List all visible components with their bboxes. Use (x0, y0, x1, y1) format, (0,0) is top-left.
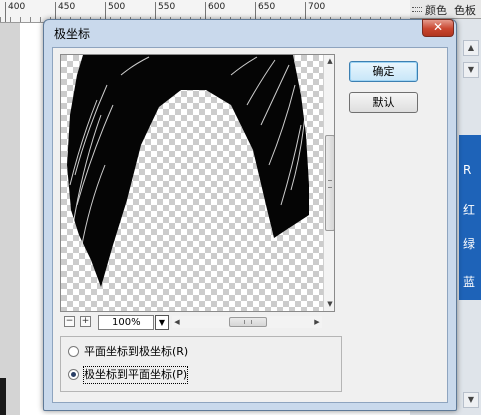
ruler-tick: 400 (4, 2, 26, 22)
zoom-bar: − + 100% ▼ ◀ ▶ (60, 312, 335, 332)
option-label: 极坐标到平面坐标(P) (82, 366, 189, 384)
tab-color[interactable]: 颜色 (425, 2, 447, 18)
ruler-tick: 650 (254, 2, 276, 22)
option-label: 平面坐标到极坐标(R) (84, 345, 189, 358)
panel-channel-label: 蓝 (463, 275, 476, 289)
panel-tab-bar: 颜色 色板 (410, 0, 481, 19)
scroll-up-icon[interactable]: ▲ (325, 56, 334, 66)
zoom-dropdown-button[interactable]: ▼ (155, 315, 169, 330)
polar-coordinates-dialog: 极坐标 ✕ ▲ ▼ − + 100% ▼ ◀ ▶ 平面坐标到极坐标(R) 极坐标… (43, 19, 457, 411)
panel-scroll-icon[interactable]: ▼ (463, 62, 479, 78)
canvas-left-area (0, 23, 20, 415)
dialog-titlebar[interactable]: 极坐标 ✕ (44, 19, 456, 46)
ruler-tick: 550 (154, 2, 176, 22)
zoom-level-field[interactable]: 100% (98, 315, 154, 330)
close-icon: ✕ (432, 20, 444, 34)
dialog-title: 极坐标 (54, 27, 91, 41)
radio-rectangular-to-polar[interactable] (68, 346, 79, 357)
canvas-stroke (0, 378, 6, 415)
preview-image (61, 55, 323, 311)
radio-polar-to-rectangular[interactable] (68, 369, 79, 380)
ruler-tick: 700 (304, 2, 326, 22)
panel-scroll-up-icon[interactable]: ▲ (463, 40, 479, 56)
close-button[interactable]: ✕ (422, 19, 454, 37)
ruler-tick: 450 (54, 2, 76, 22)
dialog-body: ▲ ▼ − + 100% ▼ ◀ ▶ 平面坐标到极坐标(R) 极坐标到平面坐标(… (52, 47, 448, 403)
default-button[interactable]: 默认 (349, 92, 418, 113)
panel-channel-label: 红 (463, 203, 476, 217)
conversion-options-group: 平面坐标到极坐标(R) 极坐标到平面坐标(P) (60, 336, 342, 392)
color-sliders-panel: R 红 绿 蓝 (459, 135, 481, 300)
zoom-level-value: 100% (112, 317, 141, 328)
chevron-down-icon: ▼ (158, 318, 166, 327)
preview-vertical-scrollbar[interactable]: ▲ ▼ (323, 55, 334, 311)
vertical-scroll-thumb[interactable] (325, 135, 334, 231)
preview-horizontal-scrollbar[interactable]: ◀ ▶ (172, 316, 322, 328)
horizontal-scroll-thumb[interactable] (229, 317, 267, 327)
tab-swatches[interactable]: 色板 (454, 2, 476, 18)
ruler-tick: 500 (104, 2, 126, 22)
zoom-out-button[interactable]: − (64, 316, 75, 327)
zoom-in-button[interactable]: + (80, 316, 91, 327)
scroll-left-icon[interactable]: ◀ (172, 316, 182, 328)
scroll-down-icon[interactable]: ▼ (325, 299, 334, 309)
filter-preview[interactable]: ▲ ▼ (60, 54, 335, 312)
ruler-tick: 600 (204, 2, 226, 22)
panel-channel-label: R (463, 163, 472, 177)
grip-icon (328, 180, 332, 188)
ok-button[interactable]: 确定 (349, 61, 418, 82)
panel-scroll-down-icon[interactable]: ▼ (463, 392, 479, 408)
grip-icon (244, 320, 252, 324)
panel-channel-label: 绿 (463, 237, 476, 251)
panel-grip-icon[interactable] (412, 7, 422, 12)
scroll-right-icon[interactable]: ▶ (312, 316, 322, 328)
